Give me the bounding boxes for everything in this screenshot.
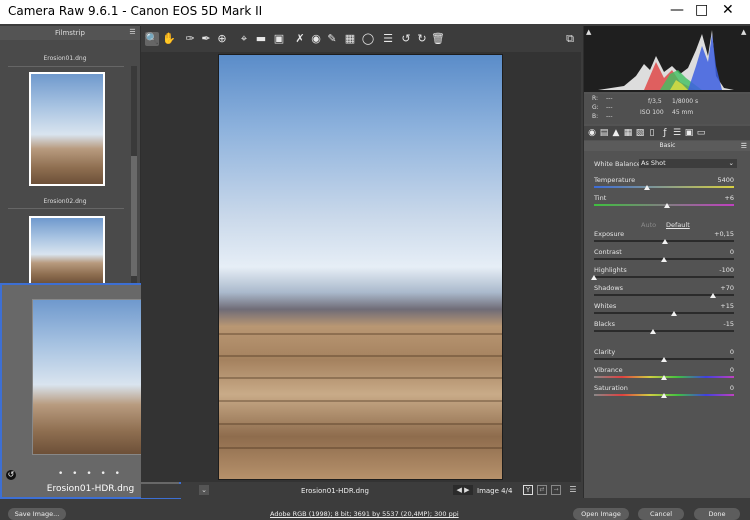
slider-track[interactable] (594, 186, 734, 188)
rotate-right-icon[interactable]: ↻ (415, 32, 429, 46)
image-counter: Image 4/4 (477, 487, 513, 495)
slider-value[interactable]: +15 (706, 302, 734, 310)
selected-thumbnail[interactable] (32, 299, 152, 455)
adjustment-brush-icon[interactable]: ✎ (325, 32, 339, 46)
done-button[interactable]: Done (694, 508, 740, 520)
radial-filter-icon[interactable]: ◯ (361, 32, 375, 46)
preferences-icon[interactable]: ☰ (381, 32, 395, 46)
open-image-button[interactable]: Open Image (573, 508, 629, 520)
slider-handle[interactable] (649, 329, 656, 334)
slider-label: Clarity (594, 348, 616, 356)
slider-track[interactable] (594, 330, 734, 332)
slider-track[interactable] (594, 276, 734, 278)
red-eye-removal-tool-icon[interactable]: ◉ (309, 32, 323, 46)
image-canvas[interactable] (141, 52, 581, 482)
filmstrip-header: Filmstrip ☰ (0, 26, 140, 40)
crop-tool-icon[interactable]: ⌖ (237, 32, 251, 46)
cancel-button[interactable]: Cancel (638, 508, 684, 520)
slider-label: Exposure (594, 230, 625, 238)
filmstrip-item-label: Erosion02.dng (43, 198, 87, 205)
slider-value[interactable]: +0,15 (706, 230, 734, 238)
scrollbar-thumb[interactable] (131, 156, 137, 276)
trash-icon[interactable]: 🗑 (431, 32, 445, 46)
slider-value[interactable]: -15 (706, 320, 734, 328)
slider-label: Shadows (594, 284, 624, 292)
slider-handle[interactable] (710, 293, 716, 298)
sliders-container: Temperature 5400 Tint +6 Exposure +0,15 Contra… (584, 26, 750, 498)
filmstrip-thumbnail[interactable] (29, 72, 105, 186)
slider-label: Contrast (594, 248, 622, 256)
slider-label: Highlights (594, 266, 627, 274)
zoom-dropdown-icon[interactable]: ⌄ (199, 485, 209, 495)
copy-settings-icon[interactable]: → (551, 485, 561, 495)
filmstrip-item-label: Erosion01.dng (43, 55, 87, 62)
window-title: Camera Raw 9.6.1 - Canon EOS 5D Mark II (8, 4, 263, 18)
slider-track[interactable] (594, 312, 734, 314)
slider-label: Whites (594, 302, 617, 310)
slider-value[interactable]: 0 (706, 248, 734, 256)
slider-value[interactable]: 5400 (706, 176, 734, 184)
before-after-toggle[interactable]: Y (523, 485, 533, 495)
slider-value[interactable]: 0 (706, 384, 734, 392)
photo-preview[interactable] (218, 54, 503, 480)
slider-label: Vibrance (594, 366, 623, 374)
view-settings-icon[interactable]: ☰ (567, 485, 579, 495)
minimize-icon[interactable]: — (670, 2, 684, 18)
slider-label: Temperature (594, 176, 636, 184)
hand-tool-icon[interactable]: ✋ (162, 32, 176, 46)
filmstrip-menu-icon[interactable]: ☰ (129, 29, 136, 36)
save-image-button[interactable]: Save Image... (8, 508, 66, 520)
slider-value[interactable]: 0 (706, 366, 734, 374)
targeted-adjustment-tool-icon[interactable]: ⊕ (215, 32, 229, 46)
slider-handle[interactable] (662, 239, 669, 244)
slider-handle[interactable] (591, 275, 597, 280)
slider-handle[interactable] (644, 185, 651, 190)
filmstrip-thumbnail[interactable] (29, 216, 105, 286)
slider-label: Saturation (594, 384, 628, 392)
straighten-tool-icon[interactable]: ▬ (254, 32, 268, 46)
slider-value[interactable]: +6 (706, 194, 734, 202)
slider-handle[interactable] (661, 357, 667, 362)
white-balance-tool-icon[interactable]: ✑ (183, 32, 197, 46)
slider-handle[interactable] (663, 203, 670, 208)
slider-value[interactable]: 0 (706, 348, 734, 356)
toolbar: 🔍 ✋ ✑ ✒ ⊕ ⌖ ▬ ▣ ✗ ◉ ✎ ▦ ◯ ☰ ↺ ↻ 🗑 ⧉ (141, 28, 581, 50)
slider-label: Blacks (594, 320, 615, 328)
prev-next-arrows[interactable]: ◀ ▶ (453, 485, 473, 495)
color-sampler-tool-icon[interactable]: ✒ (199, 32, 213, 46)
spot-removal-tool-icon[interactable]: ✗ (293, 32, 307, 46)
transform-tool-icon[interactable]: ▣ (272, 32, 286, 46)
swap-settings-icon[interactable]: ⇄ (537, 485, 547, 495)
slider-label: Tint (594, 194, 607, 202)
workflow-options-link[interactable]: Adobe RGB (1998); 8 bit; 3691 by 5537 (2… (270, 510, 459, 518)
graduated-filter-icon[interactable]: ▦ (343, 32, 357, 46)
maximize-icon[interactable]: □ (695, 2, 708, 18)
close-icon[interactable]: ✕ (722, 2, 734, 18)
rotate-left-icon[interactable]: ↺ (399, 32, 413, 46)
current-filename: Erosion01-HDR.dng (301, 487, 369, 495)
divider (8, 208, 124, 209)
slider-value[interactable]: +70 (706, 284, 734, 292)
slider-handle[interactable] (661, 375, 667, 380)
filmstrip-title: Filmstrip (55, 29, 85, 37)
title-bar: Camera Raw 9.6.1 - Canon EOS 5D Mark II … (0, 0, 750, 24)
image-nav-bar: ⌄ Erosion01-HDR.dng ◀ ▶ Image 4/4 Y ⇄ → … (141, 484, 581, 498)
slider-handle[interactable] (670, 311, 677, 316)
zoom-tool-icon[interactable]: 🔍 (145, 32, 159, 46)
fullscreen-icon[interactable]: ⧉ (563, 32, 577, 46)
adjustments-panel: ▲ ▲ R: G: B: --- --- --- f/3,5 1/8000 s … (583, 26, 750, 498)
slider-handle[interactable] (661, 257, 667, 262)
slider-handle[interactable] (661, 393, 667, 398)
slider-value[interactable]: -100 (706, 266, 734, 274)
divider (8, 66, 124, 67)
